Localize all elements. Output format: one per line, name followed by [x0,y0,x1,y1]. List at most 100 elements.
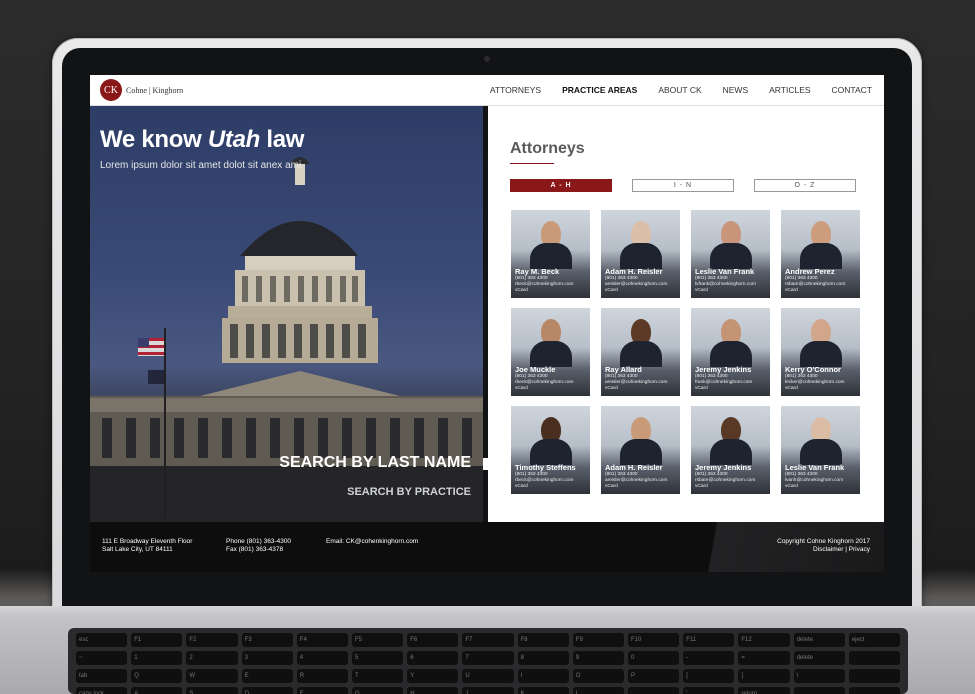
keyboard-key: F5 [352,633,404,647]
footer-email-link[interactable]: Email: CK@cohenkinghorn.com [326,538,418,545]
attorney-vcard-link[interactable]: vCard [785,288,857,294]
attorney-photo-suit [620,243,662,269]
keyboard-key: ; [628,687,680,694]
attorney-name: Adam H. Reisler [605,463,663,472]
keyboard-key: F2 [186,633,238,647]
keyboard-key [848,687,900,694]
attorney-card[interactable]: Leslie Van Frank (801) 363 4300 lvanh@cohn… [781,406,860,494]
attorney-vcard-link[interactable]: vCard [695,288,767,294]
hero-subtitle: Lorem ipsum dolor sit amet dolot sit ane… [100,160,302,171]
keyboard-key: F12 [738,633,790,647]
tab-a-h[interactable]: A - H [510,179,612,192]
attorney-grid: Ray M. Beck (801) 363 4300 rbeck@cohneking… [511,210,860,494]
attorney-vcard-link[interactable]: vCard [515,386,587,392]
nav-practice-areas[interactable]: PRACTICE AREAS [562,85,637,95]
attorney-card[interactable]: Adam H. Reisler (801) 363 4300 areisler@co… [601,406,680,494]
attorney-info: Adam H. Reisler (801) 363 4300 areisler@co… [605,463,677,490]
attorney-vcard-link[interactable]: vCard [605,386,677,392]
tab-o-z[interactable]: O - Z [754,179,856,192]
top-nav: CK Cohne | Kinghorn ATTORNEYS PRACTICE A… [90,75,884,106]
search-by-practice-link[interactable]: SEARCH BY PRACTICE [347,486,471,498]
alphabet-tabs: A - H I - N O - Z [510,179,876,192]
attorney-photo-suit [530,243,572,269]
attorney-info: Joe Muckle (801) 363 4300 rbeck@cohnekingh… [515,365,587,392]
keyboard-key: G [352,687,404,694]
keyboard-key: R [296,669,348,683]
attorney-info: Timothy Steffens (801) 363 4300 rbeck@cohn… [515,463,587,490]
attorney-vcard-link[interactable]: vCard [785,386,857,392]
attorney-photo-suit [530,341,572,367]
site-logo[interactable]: CK Cohne | Kinghorn [100,79,183,101]
keyboard-key: F11 [683,633,735,647]
attorney-card[interactable]: Jeremy Jenkins (801) 363 4300 frank@cohnek… [691,308,770,396]
search-by-last-name-link[interactable]: SEARCH BY LAST NAME [279,454,471,472]
attorney-photo-suit [620,341,662,367]
nav-contact[interactable]: CONTACT [832,85,872,95]
keyboard-key: delete [793,633,845,647]
nav-links: ATTORNEYS PRACTICE AREAS ABOUT CK NEWS A… [469,85,872,95]
attorney-vcard-link[interactable]: vCard [695,484,767,490]
keyboard-key: caps lock [76,687,128,694]
keyboard-key: 2 [186,651,238,665]
attorney-card[interactable]: Joe Muckle (801) 363 4300 rbeck@cohnekingh… [511,308,590,396]
nav-articles[interactable]: ARTICLES [769,85,810,95]
keyboard-key: F1 [131,633,183,647]
keyboard-key: ] [738,669,790,683]
attorney-name: Kerry O'Connor [785,365,841,374]
nav-attorneys[interactable]: ATTORNEYS [490,85,541,95]
keyboard-key: S [186,687,238,694]
keyboard-key: F4 [296,633,348,647]
attorney-name: Leslie Van Frank [785,463,845,472]
browser-screen: CK Cohne | Kinghorn ATTORNEYS PRACTICE A… [90,75,884,572]
keyboard-key: delete [793,651,845,665]
attorney-name: Ray M. Beck [515,267,560,276]
attorney-vcard-link[interactable]: vCard [785,484,857,490]
nav-news[interactable]: NEWS [723,85,749,95]
keyboard-key: 4 [296,651,348,665]
keyboard-key: P [628,669,680,683]
keyboard-key: tab [76,669,128,683]
attorney-card[interactable]: Jeremy Jenkins (801) 363 4300 rsbare@cohne… [691,406,770,494]
attorney-card[interactable]: Ray Allard (801) 363 4300 areisler@cohneki… [601,308,680,396]
keyboard-key: return [738,687,790,694]
attorney-photo-suit [710,243,752,269]
keyboard-key: 0 [628,651,680,665]
keyboard-key: O [572,669,624,683]
attorney-vcard-link[interactable]: vCard [515,288,587,294]
keyboard-key: Q [131,669,183,683]
keyboard-key: \ [793,669,845,683]
keyboard-key: [ [683,669,735,683]
tab-i-n[interactable]: I - N [632,179,734,192]
attorney-card[interactable]: Leslie Van Frank (801) 363 4300 lvfrank@co… [691,210,770,298]
attorney-photo-suit [530,439,572,465]
keyboard-key: 6 [407,651,459,665]
attorney-photo-suit [800,439,842,465]
keyboard-key: 7 [462,651,514,665]
attorney-name: Andrew Perez [785,267,835,276]
attorney-photo-suit [710,341,752,367]
attorney-vcard-link[interactable]: vCard [515,484,587,490]
attorney-info: Leslie Van Frank (801) 363 4300 lvanh@cohn… [785,463,857,490]
nav-about[interactable]: ABOUT CK [658,85,701,95]
keyboard-key: F10 [628,633,680,647]
keyboard-key: F9 [572,633,624,647]
attorney-name: Leslie Van Frank [695,267,755,276]
footer-legal-links[interactable]: Disclaimer | Privacy [777,546,870,554]
keyboard-key: E [241,669,293,683]
attorney-card[interactable]: Kerry O'Connor (801) 363 4300 lecker@cohne… [781,308,860,396]
attorney-photo-suit [800,341,842,367]
keyboard-key: esc [76,633,128,647]
attorney-info: Leslie Van Frank (801) 363 4300 lvfrank@co… [695,267,767,294]
attorney-card[interactable]: Ray M. Beck (801) 363 4300 rbeck@cohneking… [511,210,590,298]
attorney-vcard-link[interactable]: vCard [695,386,767,392]
attorney-card[interactable]: Timothy Steffens (801) 363 4300 rbeck@cohn… [511,406,590,494]
keyboard-key: 1 [131,651,183,665]
keyboard-key: 9 [572,651,624,665]
attorney-card[interactable]: Andrew Perez (801) 363 4300 rsbare@cohneki… [781,210,860,298]
attorney-card[interactable]: Adam H. Reisler (801) 363 4300 areisler@co… [601,210,680,298]
attorney-vcard-link[interactable]: vCard [605,288,677,294]
attorney-info: Adam H. Reisler (801) 363 4300 areisler@co… [605,267,677,294]
keyboard-key: 5 [352,651,404,665]
keyboard-key: A [131,687,183,694]
attorney-vcard-link[interactable]: vCard [605,484,677,490]
